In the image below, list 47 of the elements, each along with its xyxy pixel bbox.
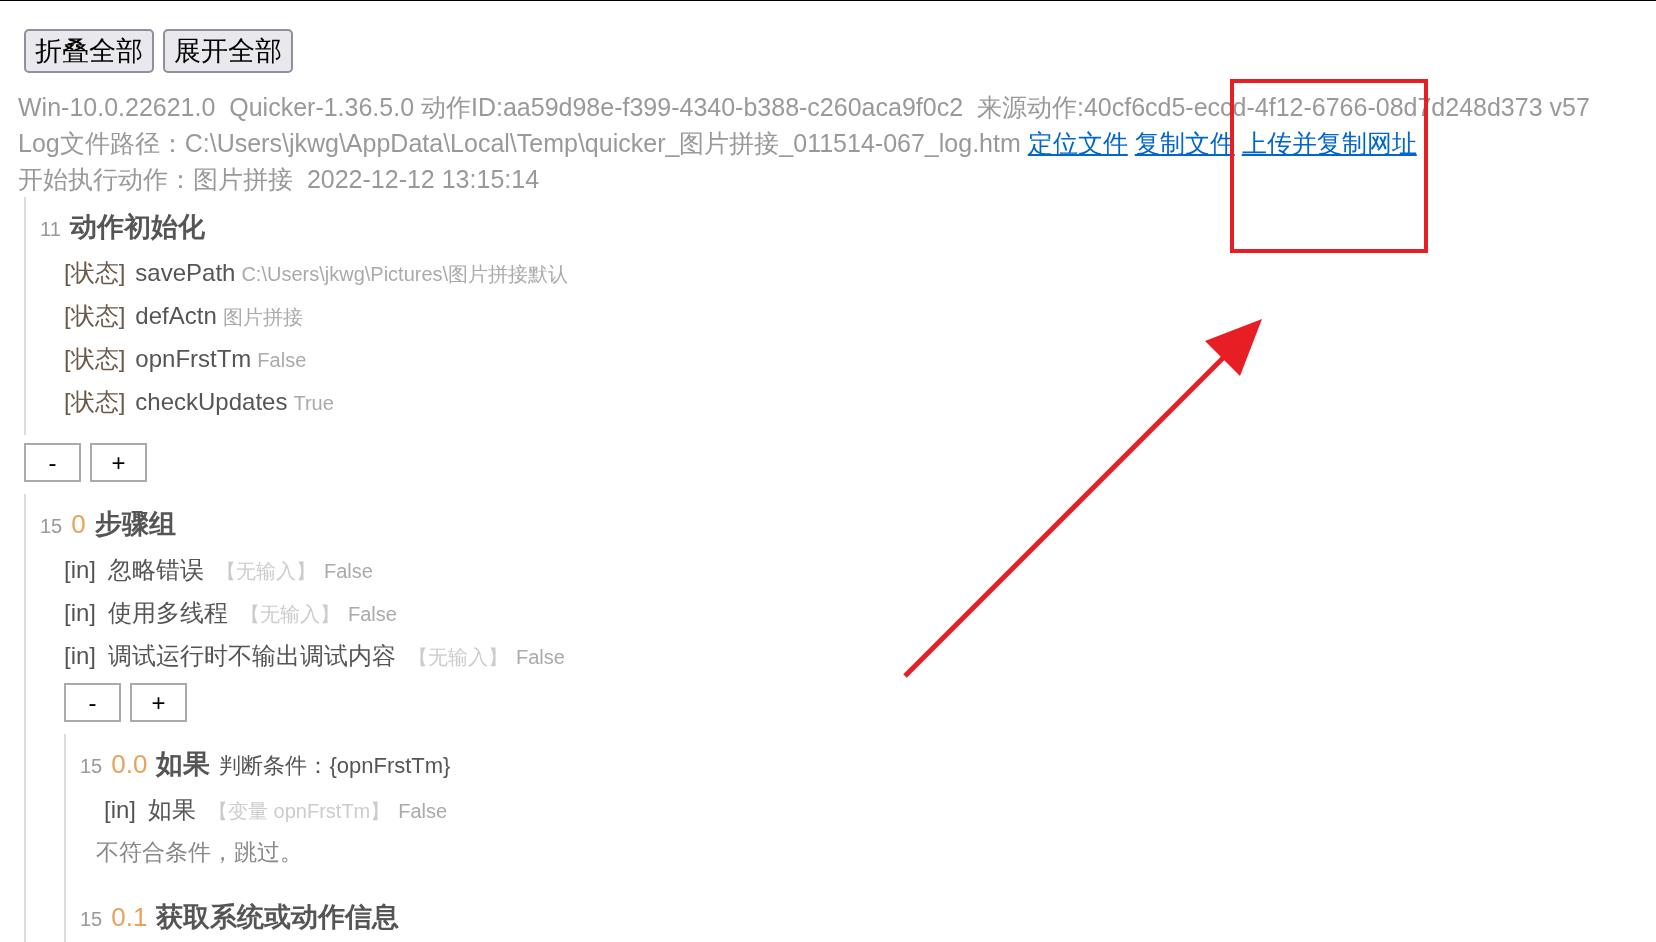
file-link[interactable]: 定位文件 [1027, 129, 1128, 157]
log-path: Log文件路径：C:\Users\jkwg\AppData\Local\Temp\quicker_图片拼接_011514-067_log.htm [18, 129, 1021, 157]
input-tag: [in] [64, 556, 96, 584]
step-title: 获取系统或动作信息 [156, 901, 400, 934]
step-title: 动作初始化 [69, 211, 205, 244]
param-name: checkUpdates [135, 388, 288, 416]
line-number: 15 [80, 755, 103, 778]
input-tag: [in] [64, 642, 96, 670]
param-value: C:\Users\jkwg\Pictures\图片拼接默认 [241, 262, 569, 287]
collapse-all-button[interactable]: 折叠全部 [24, 29, 154, 73]
param-value: False [398, 800, 448, 823]
line-number: 11 [40, 218, 61, 241]
step-index: 0.1 [111, 902, 148, 933]
start-info: 开始执行动作：图片拼接 2022-12-12 13:15:14 [18, 164, 541, 195]
param-value: False [348, 603, 397, 626]
collapse-button[interactable]: - [24, 443, 81, 482]
param-name: 如果 [148, 795, 196, 825]
param-name: 忽略错误 [108, 555, 204, 585]
state-tag: [状态] [64, 343, 126, 375]
state-tag: [状态] [64, 300, 126, 332]
expand-button[interactable]: + [130, 683, 187, 722]
step-message: 不符合条件，跳过。 [95, 838, 304, 867]
state-tag: [状态] [64, 386, 126, 418]
state-tag: [状态] [64, 257, 126, 289]
param-value: False [324, 560, 373, 583]
expand-button[interactable]: + [90, 443, 147, 482]
param-name: opnFrstTm [135, 345, 252, 373]
param-name: defActn [135, 302, 217, 330]
step-title: 如果 [156, 748, 211, 781]
step-index: 0 [71, 509, 86, 540]
step-title: 步骤组 [94, 508, 176, 541]
param-value: False [516, 646, 565, 669]
param-value: 图片拼接 [222, 305, 303, 330]
param-value: False [257, 349, 307, 372]
param-name: 调试运行时不输出调试内容 [108, 641, 396, 671]
input-tag: [in] [104, 796, 136, 824]
param-value: True [293, 392, 334, 415]
step-condition: 判断条件：{opnFrstTm} [219, 752, 451, 780]
step-index: 0.0 [111, 749, 148, 780]
line-number: 15 [40, 515, 63, 538]
input-tag: [in] [64, 599, 96, 627]
file-link[interactable]: 上传并复制网址 [1241, 129, 1417, 157]
param-name: 使用多线程 [108, 598, 228, 628]
expand-all-button[interactable]: 展开全部 [163, 29, 293, 73]
collapse-button[interactable]: - [64, 683, 121, 722]
param-name: savePath [135, 259, 236, 287]
line-number: 15 [80, 908, 103, 931]
